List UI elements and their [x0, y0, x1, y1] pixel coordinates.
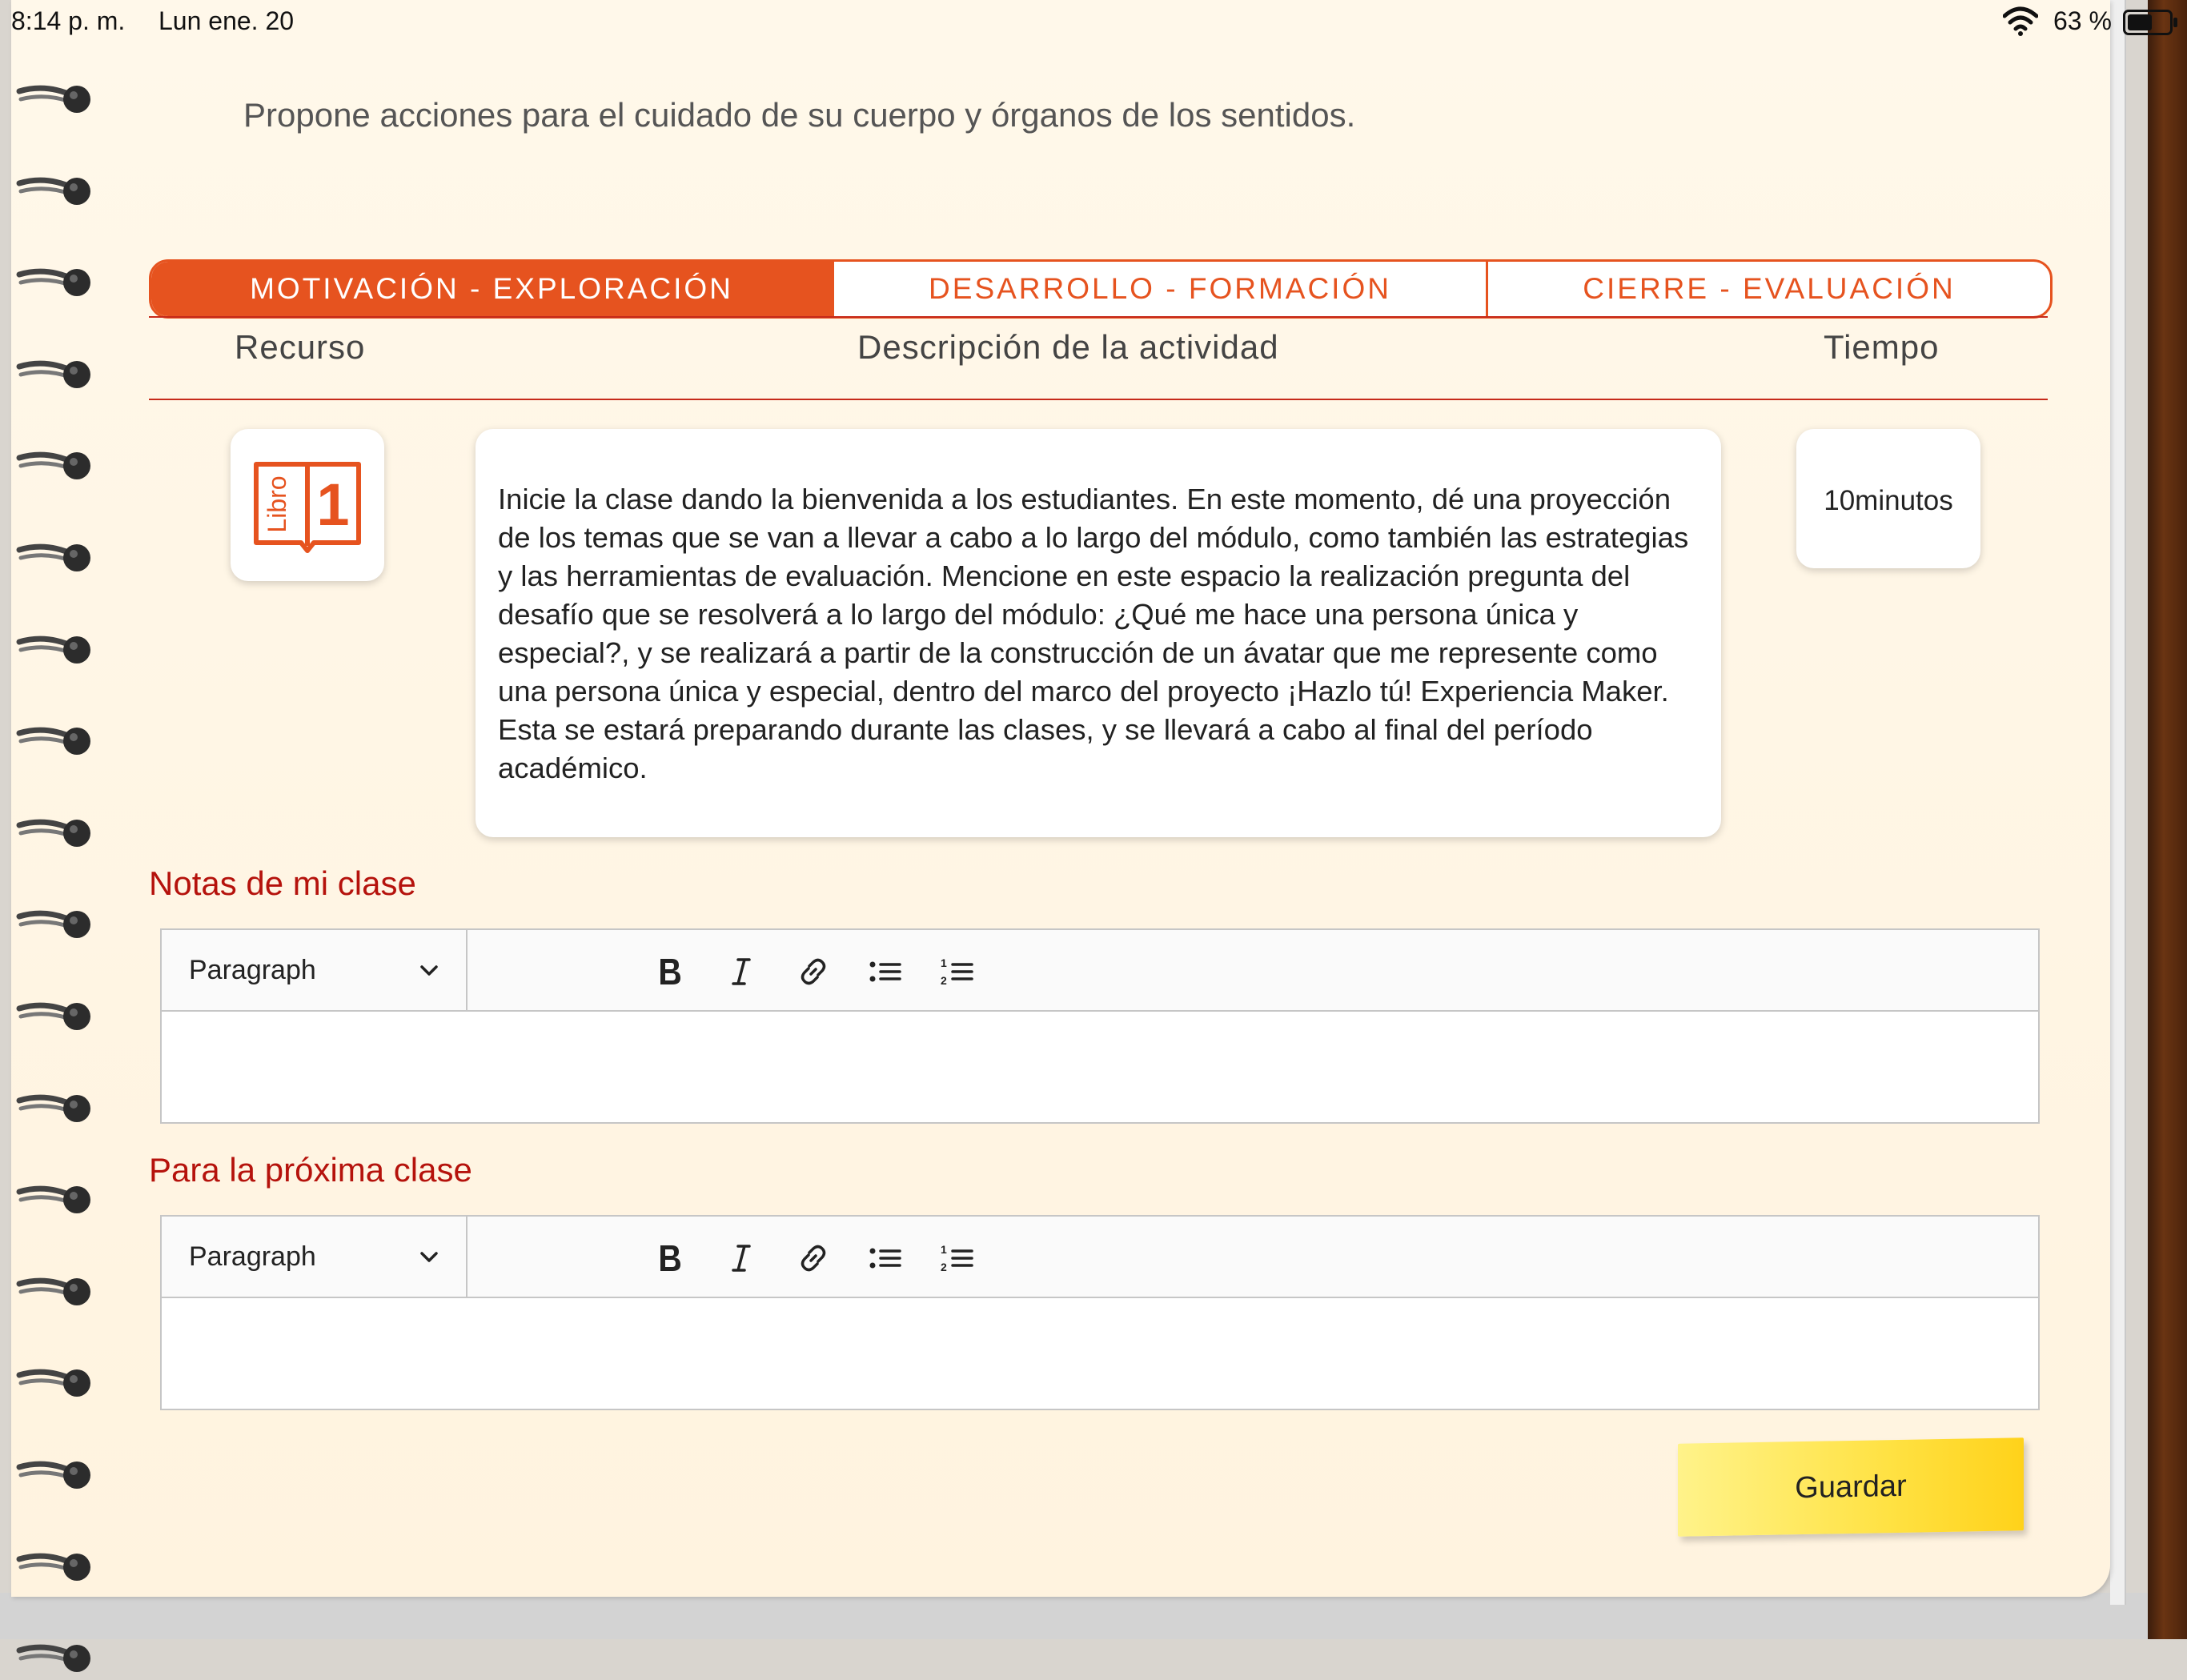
- bulleted-list-button[interactable]: [865, 1237, 906, 1279]
- binder-ring: [14, 1638, 94, 1676]
- column-header-time: Tiempo: [1824, 328, 1940, 366]
- numbered-list-icon: 12: [941, 1243, 973, 1273]
- next-class-editor-toolbar: Paragraph 12: [162, 1217, 2038, 1298]
- link-button[interactable]: [793, 951, 834, 992]
- chevron-down-icon: [420, 1252, 438, 1262]
- svg-text:2: 2: [941, 1261, 947, 1273]
- binder-ring: [14, 1088, 94, 1126]
- binder-ring: [14, 812, 94, 851]
- binder-ring: [14, 1271, 94, 1309]
- svg-text:2: 2: [941, 974, 947, 987]
- book-cover-edge: [2148, 0, 2187, 1639]
- bold-button[interactable]: [648, 951, 690, 992]
- column-header-resource: Recurso: [235, 328, 366, 366]
- binder-ring: [14, 1454, 94, 1493]
- italic-icon: [732, 1245, 751, 1272]
- bold-icon: [660, 959, 680, 984]
- save-button[interactable]: Guardar: [1678, 1437, 2024, 1537]
- activity-description: Inicie la clase dando la bienvenida a lo…: [498, 483, 1689, 784]
- next-class-editor-content[interactable]: [162, 1298, 2038, 1409]
- binder-ring: [14, 904, 94, 942]
- link-button[interactable]: [793, 1237, 834, 1279]
- numbered-list-button[interactable]: 12: [937, 1237, 978, 1279]
- notes-format-value: Paragraph: [189, 954, 316, 985]
- bold-button[interactable]: [648, 1237, 690, 1279]
- italic-button[interactable]: [720, 951, 762, 992]
- bulleted-list-icon: [869, 1248, 901, 1269]
- binder-ring: [14, 1362, 94, 1401]
- libro-1-icon: Libro 1: [254, 462, 361, 553]
- binder-ring: [14, 170, 94, 209]
- stage-tabs: MOTIVACIÓN - EXPLORACIÓN DESARROLLO - FO…: [149, 259, 2053, 319]
- notes-editor-content[interactable]: [162, 1012, 2038, 1122]
- italic-button[interactable]: [720, 1237, 762, 1279]
- next-class-editor: Paragraph 12: [160, 1215, 2040, 1410]
- status-time: 8:14 p. m.: [11, 6, 126, 35]
- wifi-icon: [2002, 5, 2039, 37]
- column-header-description: Descripción de la actividad: [857, 328, 1279, 366]
- binder-ring: [14, 262, 94, 300]
- next-class-label: Para la próxima clase: [149, 1151, 472, 1189]
- header-top-rule: [149, 316, 2048, 318]
- page-shadow: [0, 1593, 2148, 1639]
- link-icon: [801, 1245, 826, 1272]
- binder-ring: [14, 996, 94, 1034]
- binder-ring: [14, 354, 94, 392]
- numbered-list-button[interactable]: 12: [937, 951, 978, 992]
- activity-time: 10minutos: [1824, 485, 1953, 516]
- status-bar: 8:14 p. m. Lun ene. 20 63 %: [0, 0, 2187, 45]
- bold-icon: [660, 1245, 680, 1271]
- paper-edge: [2110, 0, 2126, 1605]
- svg-text:1: 1: [941, 956, 947, 969]
- chevron-down-icon: [420, 965, 438, 976]
- status-date: Lun ene. 20: [159, 6, 295, 35]
- next-class-format-select[interactable]: Paragraph: [162, 1217, 467, 1297]
- notes-format-select[interactable]: Paragraph: [162, 930, 467, 1010]
- tab-desarrollo-formacion[interactable]: DESARROLLO - FORMACIÓN: [834, 262, 1488, 316]
- bulleted-list-icon: [869, 961, 901, 982]
- binder-ring: [14, 445, 94, 483]
- tab-motivacion-exploracion[interactable]: MOTIVACIÓN - EXPLORACIÓN: [151, 262, 834, 316]
- notes-label: Notas de mi clase: [149, 864, 416, 902]
- tab-cierre-evaluacion[interactable]: CIERRE - EVALUACIÓN: [1488, 262, 2050, 316]
- italic-icon: [732, 958, 751, 985]
- bulleted-list-button[interactable]: [865, 951, 906, 992]
- notes-editor: Paragraph 12: [160, 928, 2040, 1124]
- binder-ring: [14, 537, 94, 575]
- binder-ring: [14, 629, 94, 668]
- binder-ring: [14, 1546, 94, 1585]
- resource-card[interactable]: Libro 1: [231, 429, 384, 581]
- description-card: Inicie la clase dando la bienvenida a lo…: [476, 429, 1721, 837]
- resource-label: Libro: [263, 475, 291, 532]
- binder-ring: [14, 78, 94, 117]
- binder-ring: [14, 1179, 94, 1217]
- numbered-list-icon: 12: [941, 956, 973, 987]
- next-class-format-value: Paragraph: [189, 1241, 316, 1272]
- page-subtitle: Propone acciones para el cuidado de su c…: [243, 96, 1356, 134]
- svg-text:1: 1: [941, 1243, 947, 1256]
- link-icon: [801, 958, 826, 985]
- resource-number: 1: [316, 471, 349, 538]
- notes-editor-toolbar: Paragraph 12: [162, 930, 2038, 1012]
- time-card: 10minutos: [1796, 429, 1980, 568]
- header-bottom-rule: [149, 399, 2048, 400]
- binder-ring: [14, 720, 94, 759]
- battery-percent: 63 %: [2053, 6, 2112, 35]
- battery-icon: [2123, 10, 2177, 35]
